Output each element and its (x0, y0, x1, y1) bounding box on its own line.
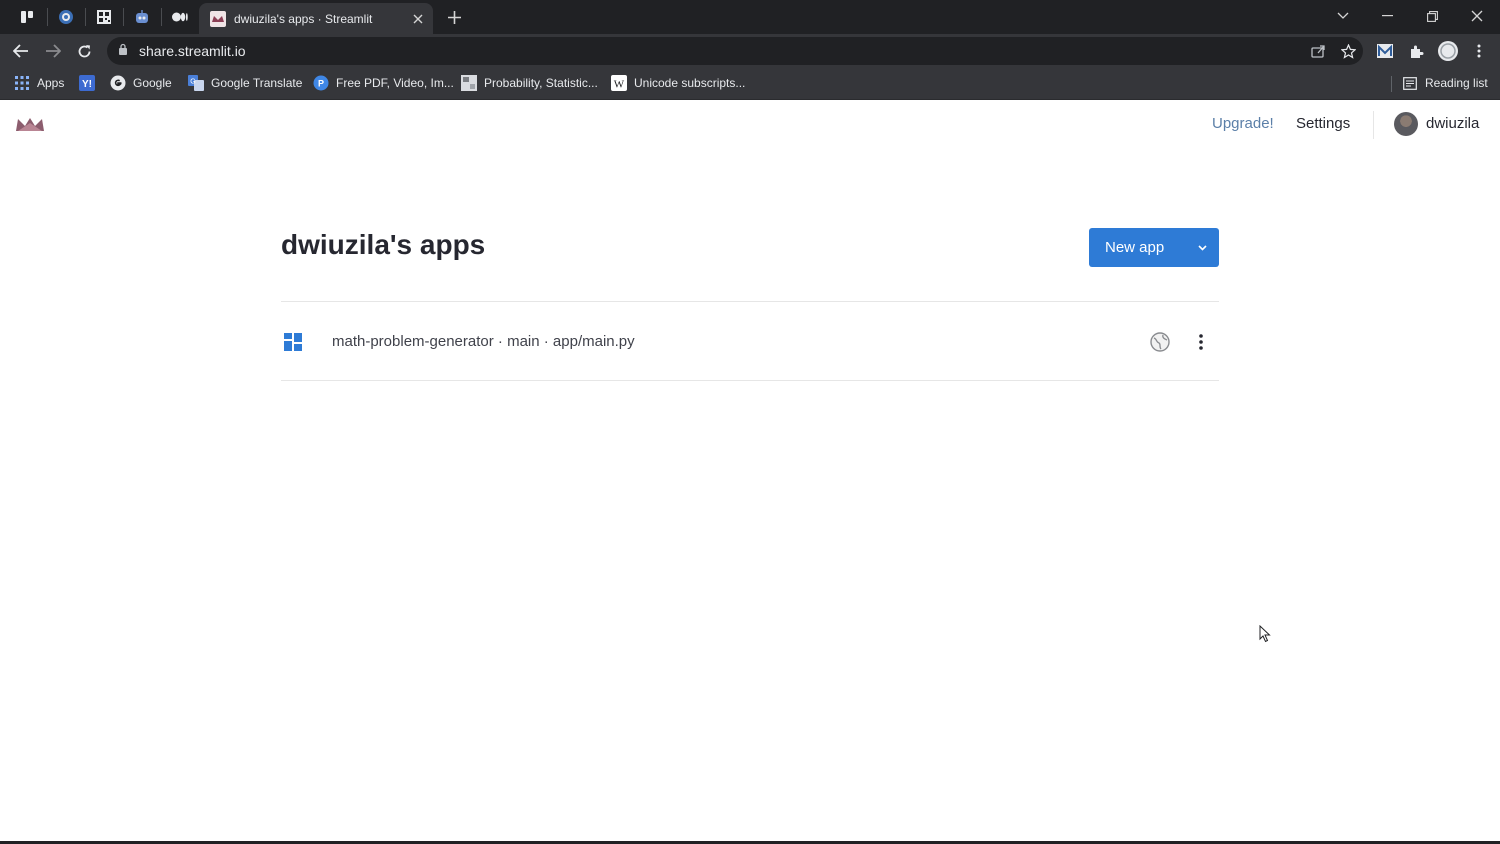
share-icon[interactable] (1303, 37, 1333, 65)
yahoo-icon: Y! (79, 75, 95, 91)
mouse-cursor-icon (1259, 624, 1271, 643)
reload-icon[interactable] (70, 37, 98, 65)
more-options-icon[interactable] (1191, 332, 1211, 352)
reading-list-label: Reading list (1425, 76, 1488, 90)
qr-icon[interactable] (86, 4, 122, 30)
globe-icon[interactable] (1150, 332, 1170, 352)
page-title: dwiuzila's apps (281, 229, 486, 260)
upgrade-link[interactable]: Upgrade! (1212, 115, 1274, 132)
back-arrow-icon[interactable] (7, 37, 35, 65)
streamlit-favicon-icon (210, 10, 226, 27)
bookmark-apps[interactable]: Apps (14, 73, 64, 93)
user-avatar[interactable] (1394, 112, 1418, 136)
browser-menu-icon[interactable] (1465, 37, 1493, 65)
forward-arrow-icon[interactable] (39, 37, 67, 65)
probability-icon (461, 75, 477, 91)
translate-icon: G (188, 75, 204, 91)
chevron-down-icon[interactable] (1185, 228, 1219, 267)
bookmark-probability[interactable]: Probability, Statistic... (461, 73, 598, 93)
app-title[interactable]: math-problem-generator · main · app/main… (332, 333, 635, 350)
new-tab-icon[interactable] (441, 5, 467, 29)
svg-text:Y!: Y! (82, 79, 92, 90)
divider-top (281, 301, 1219, 302)
address-bar[interactable]: share.streamlit.io (107, 37, 1363, 65)
kemendikbud-icon[interactable] (48, 4, 84, 30)
tab-search-chevron-icon[interactable] (1323, 4, 1363, 28)
bookmarks-bar: Apps Y! Google G Google Translate P Free… (0, 67, 1500, 100)
bookmark-google[interactable]: Google (110, 73, 172, 93)
browser-toolbar: share.streamlit.io (0, 34, 1500, 67)
medium-icon[interactable] (162, 4, 198, 30)
bookmarks-divider (1391, 76, 1392, 92)
close-window-icon[interactable] (1457, 4, 1497, 28)
bookmark-label: Apps (37, 76, 65, 90)
apps-grid-icon (14, 75, 30, 91)
bookmark-star-icon[interactable] (1333, 37, 1363, 65)
puzzle-extensions-icon[interactable] (1402, 37, 1430, 65)
url-text[interactable]: share.streamlit.io (139, 43, 1303, 59)
tab-close-icon[interactable] (403, 7, 433, 31)
google-icon (110, 75, 126, 91)
bookmark-free-pdf[interactable]: P Free PDF, Video, Im... (313, 73, 454, 93)
settings-link[interactable]: Settings (1296, 115, 1350, 132)
reading-list-icon (1402, 75, 1418, 91)
bookmark-label: Google Translate (211, 76, 303, 90)
divider-bottom (281, 380, 1219, 381)
app-dashboard-icon (284, 333, 302, 351)
bot-icon[interactable] (124, 4, 160, 30)
profile-avatar-icon[interactable] (1434, 37, 1462, 65)
tab-title: dwiuzila's apps · Streamlit (234, 11, 373, 26)
svg-text:P: P (318, 79, 324, 89)
trello-icon[interactable] (9, 4, 45, 30)
reading-list-button[interactable]: Reading list (1402, 73, 1488, 93)
minimize-icon[interactable] (1367, 4, 1407, 28)
mendeley-extension-icon[interactable] (1371, 37, 1399, 65)
lock-icon (118, 42, 130, 60)
bookmark-label: Free PDF, Video, Im... (336, 76, 454, 90)
username-label[interactable]: dwiuzila (1426, 115, 1479, 132)
restore-icon[interactable] (1412, 4, 1452, 28)
streamlit-page: Upgrade! Settings dwiuzila dwiuzila's ap… (0, 101, 1500, 844)
new-app-label: New app (1105, 239, 1165, 256)
bookmark-label: Probability, Statistic... (484, 76, 598, 90)
wikipedia-icon: W (611, 75, 627, 91)
pdf-tool-icon: P (313, 75, 329, 91)
bookmark-yahoo[interactable]: Y! (79, 73, 102, 93)
streamlit-logo-icon[interactable] (15, 115, 45, 133)
browser-tabstrip: dwiuzila's apps · Streamlit (0, 0, 1500, 34)
app-list-item[interactable]: math-problem-generator · main · app/main… (281, 303, 1219, 380)
bookmark-label: Google (133, 76, 172, 90)
bookmark-unicode-subscripts[interactable]: W Unicode subscripts... (611, 73, 745, 93)
bookmark-label: Unicode subscripts... (634, 76, 746, 90)
bookmark-google-translate[interactable]: G Google Translate (188, 73, 302, 93)
svg-text:W: W (614, 79, 625, 91)
new-app-button[interactable]: New app (1089, 228, 1219, 267)
active-tab[interactable]: dwiuzila's apps · Streamlit (199, 3, 433, 34)
header-divider (1373, 111, 1374, 139)
svg-text:G: G (190, 79, 195, 86)
